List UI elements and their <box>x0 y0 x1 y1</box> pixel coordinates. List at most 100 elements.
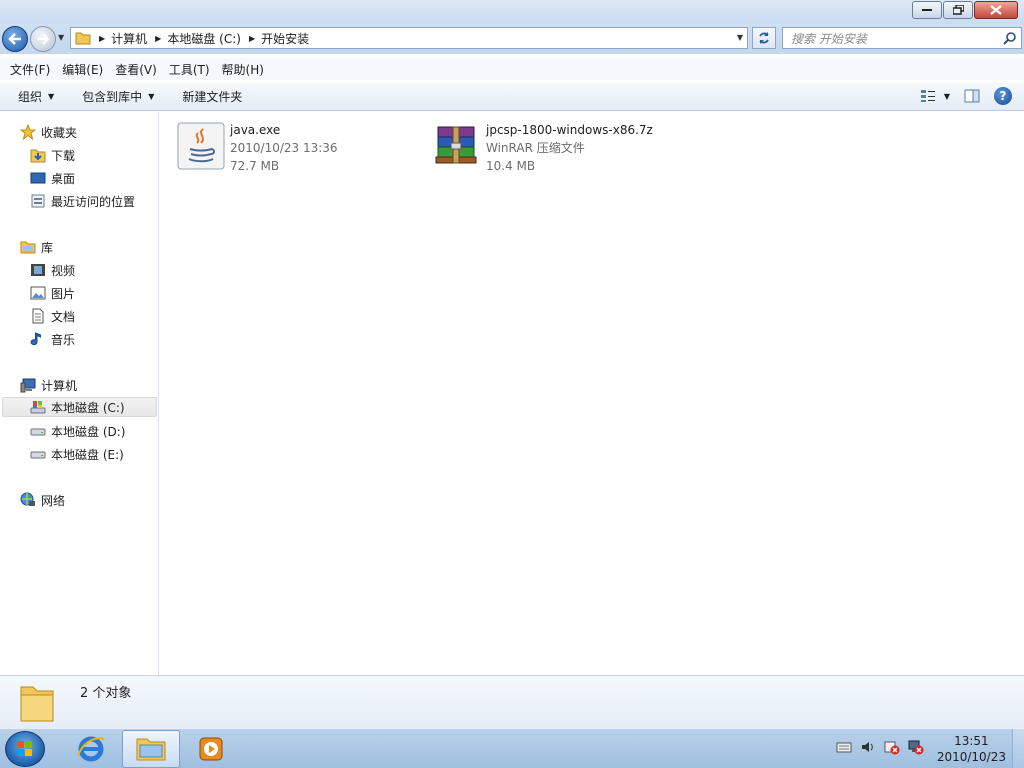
file-list: java.exe 2010/10/23 13:36 72.7 MB jpcsp-… <box>160 112 1024 675</box>
nav-network[interactable]: 网络 <box>20 490 65 510</box>
chevron-down-icon[interactable]: ▼ <box>944 92 950 101</box>
document-icon <box>32 308 44 324</box>
address-bar[interactable]: ▶ 计算机 ▶ 本地磁盘 (C:) ▶ 开始安装 ▼ <box>70 27 748 49</box>
close-button[interactable] <box>974 1 1018 19</box>
arrow-left-icon <box>8 33 21 45</box>
menu-view[interactable]: 查看(V) <box>109 61 163 78</box>
minimize-button[interactable] <box>912 1 942 19</box>
system-tray <box>836 739 924 755</box>
file-type: WinRAR 压缩文件 <box>486 141 585 155</box>
command-bar: 组织 ▼ 包含到库中 ▼ 新建文件夹 ▼ ? <box>0 81 1024 111</box>
arrow-right-icon <box>37 33 50 45</box>
taskbar: 13:51 2010/10/23 <box>0 728 1024 768</box>
nav-computer-label: 计算机 <box>41 378 78 393</box>
nav-documents[interactable]: 文档 <box>30 306 75 326</box>
nav-network-label: 网络 <box>41 493 66 508</box>
action-center-warning-icon[interactable] <box>884 739 900 755</box>
nav-computer[interactable]: 计算机 <box>20 375 77 395</box>
file-item-java-exe[interactable]: java.exe 2010/10/23 13:36 72.7 MB <box>176 121 338 175</box>
keyboard-icon[interactable] <box>836 741 852 753</box>
taskbar-media-player[interactable] <box>182 730 240 768</box>
nav-pictures[interactable]: 图片 <box>30 283 75 303</box>
menu-file[interactable]: 文件(F) <box>4 61 56 78</box>
file-size: 10.4 MB <box>486 159 536 173</box>
menu-edit[interactable]: 编辑(E) <box>56 61 109 78</box>
view-controls: ▼ ? <box>920 87 1012 105</box>
nav-desktop-label: 桌面 <box>51 171 76 186</box>
nav-local-disk-c[interactable]: 本地磁盘 (C:) <box>2 397 157 417</box>
menu-help[interactable]: 帮助(H) <box>216 61 270 78</box>
breadcrumb-local-disk-c[interactable]: 本地磁盘 (C:) <box>167 30 241 47</box>
nav-favorites[interactable]: 收藏夹 <box>20 122 77 142</box>
clock-time: 13:51 <box>954 734 989 748</box>
nav-local-disk-d-label: 本地磁盘 (D:) <box>51 424 126 439</box>
video-icon <box>31 264 45 276</box>
maximize-button[interactable] <box>943 1 973 19</box>
nav-downloads-label: 下载 <box>51 148 76 163</box>
library-icon <box>20 241 36 254</box>
organize-button[interactable]: 组织 ▼ <box>10 88 62 105</box>
folder-icon <box>75 32 91 45</box>
nav-music[interactable]: 音乐 <box>30 329 75 349</box>
breadcrumb-current-folder[interactable]: 开始安装 <box>261 30 309 47</box>
help-icon[interactable]: ? <box>994 87 1012 105</box>
desktop-icon <box>30 172 46 184</box>
organize-label: 组织 <box>18 89 43 104</box>
refresh-button[interactable] <box>752 27 776 49</box>
nav-downloads[interactable]: 下载 <box>30 145 75 165</box>
nav-videos-label: 视频 <box>51 263 76 278</box>
back-button[interactable] <box>2 26 28 52</box>
taskbar-windows-explorer[interactable] <box>122 730 180 768</box>
network-icon <box>20 492 35 506</box>
new-folder-button[interactable]: 新建文件夹 <box>174 88 250 105</box>
start-button[interactable] <box>5 731 45 767</box>
nav-desktop[interactable]: 桌面 <box>30 168 75 188</box>
menu-tools[interactable]: 工具(T) <box>163 61 216 78</box>
restore-icon <box>952 5 964 15</box>
show-desktop-button[interactable] <box>1012 729 1024 768</box>
nav-videos[interactable]: 视频 <box>30 260 75 280</box>
nav-local-disk-d[interactable]: 本地磁盘 (D:) <box>30 421 125 441</box>
details-pane: 2 个对象 <box>0 675 1024 728</box>
picture-icon <box>30 286 46 300</box>
downloads-folder-icon <box>30 149 46 163</box>
nav-local-disk-e[interactable]: 本地磁盘 (E:) <box>30 444 124 464</box>
change-view-button[interactable]: ▼ <box>920 89 950 103</box>
media-player-icon <box>199 737 223 761</box>
file-item-jpcsp-7z[interactable]: jpcsp-1800-windows-x86.7z WinRAR 压缩文件 10… <box>432 121 653 175</box>
address-row: ▼ ▶ 计算机 ▶ 本地磁盘 (C:) ▶ 开始安装 ▼ 搜索 开始安装 <box>0 24 1024 54</box>
nav-libraries[interactable]: 库 <box>20 237 53 257</box>
drive-icon <box>30 428 46 436</box>
forward-button[interactable] <box>30 26 56 52</box>
clock[interactable]: 13:51 2010/10/23 <box>937 733 1006 765</box>
recent-pages-dropdown[interactable]: ▼ <box>58 33 64 42</box>
search-icon[interactable] <box>1003 31 1017 45</box>
recent-places-icon <box>31 194 45 208</box>
music-note-icon <box>30 332 41 346</box>
nav-documents-label: 文档 <box>51 309 76 324</box>
file-name: java.exe <box>230 123 281 137</box>
address-history-dropdown[interactable]: ▼ <box>737 33 743 42</box>
network-disconnected-icon[interactable] <box>908 739 924 755</box>
nav-libraries-label: 库 <box>41 240 54 255</box>
breadcrumb-computer[interactable]: 计算机 <box>111 30 147 47</box>
clock-date: 2010/10/23 <box>936 750 1006 764</box>
nav-recent-places[interactable]: 最近访问的位置 <box>30 191 135 211</box>
speaker-icon[interactable] <box>860 740 876 754</box>
title-bar <box>0 0 1024 24</box>
nav-local-disk-e-label: 本地磁盘 (E:) <box>51 447 124 462</box>
view-options-icon <box>920 90 935 102</box>
taskbar-internet-explorer[interactable] <box>62 730 120 768</box>
nav-recent-places-label: 最近访问的位置 <box>51 194 136 209</box>
nav-local-disk-c-label: 本地磁盘 (C:) <box>51 400 125 415</box>
breadcrumb-separator[interactable]: ▶ <box>249 34 255 43</box>
preview-pane-icon[interactable] <box>964 89 980 103</box>
folder-icon <box>20 686 54 722</box>
search-input[interactable]: 搜索 开始安装 <box>782 27 1022 49</box>
nav-favorites-label: 收藏夹 <box>41 125 78 140</box>
breadcrumb-separator[interactable]: ▶ <box>155 34 161 43</box>
include-in-library-button[interactable]: 包含到库中 ▼ <box>74 88 162 105</box>
breadcrumb-separator[interactable]: ▶ <box>99 34 105 43</box>
internet-explorer-icon <box>77 736 105 762</box>
computer-icon <box>20 378 36 393</box>
